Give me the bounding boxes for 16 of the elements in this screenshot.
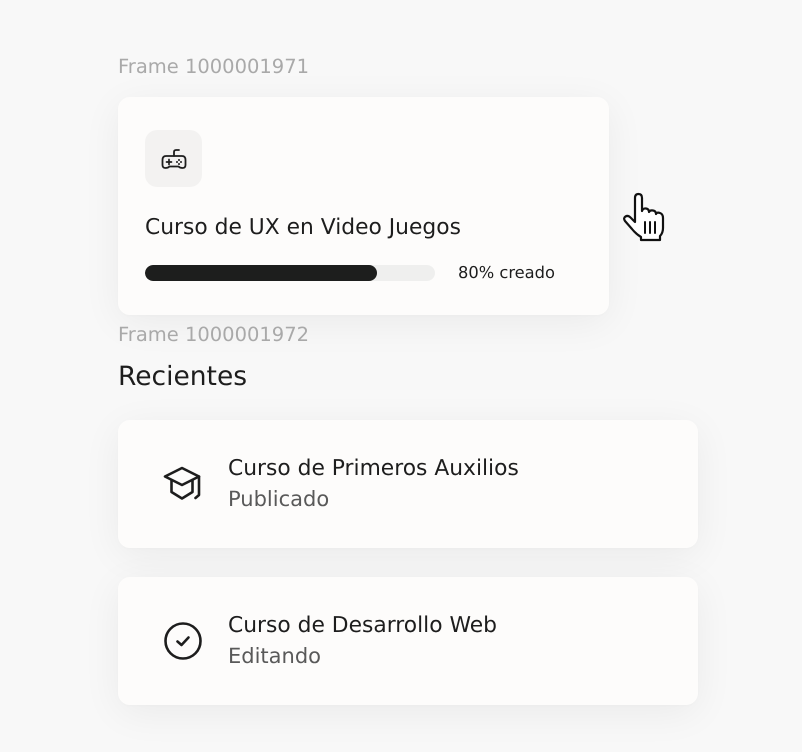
course-title: Curso de UX en Video Juegos bbox=[145, 215, 461, 241]
section-heading: Recientes bbox=[118, 362, 248, 392]
course-status: Editando bbox=[228, 643, 322, 669]
course-title: Curso de Primeros Auxilios bbox=[228, 456, 519, 482]
recent-course-card[interactable]: Curso de Primeros Auxilios Publicado bbox=[118, 420, 698, 548]
check-circle-icon bbox=[163, 621, 203, 661]
recent-course-card[interactable]: Curso de Desarrollo Web Editando bbox=[118, 577, 698, 705]
course-card[interactable]: Curso de UX en Video Juegos 80% creado bbox=[118, 97, 609, 315]
frame-label: Frame 1000001971 bbox=[118, 56, 310, 78]
course-status: Publicado bbox=[228, 486, 330, 512]
graduation-cap-icon bbox=[163, 465, 203, 503]
gamepad-icon bbox=[145, 130, 202, 187]
frame-label: Frame 1000001972 bbox=[118, 324, 310, 346]
hand-cursor-icon bbox=[621, 192, 667, 242]
course-title: Curso de Desarrollo Web bbox=[228, 613, 497, 639]
progress-label: 80% creado bbox=[458, 263, 555, 282]
